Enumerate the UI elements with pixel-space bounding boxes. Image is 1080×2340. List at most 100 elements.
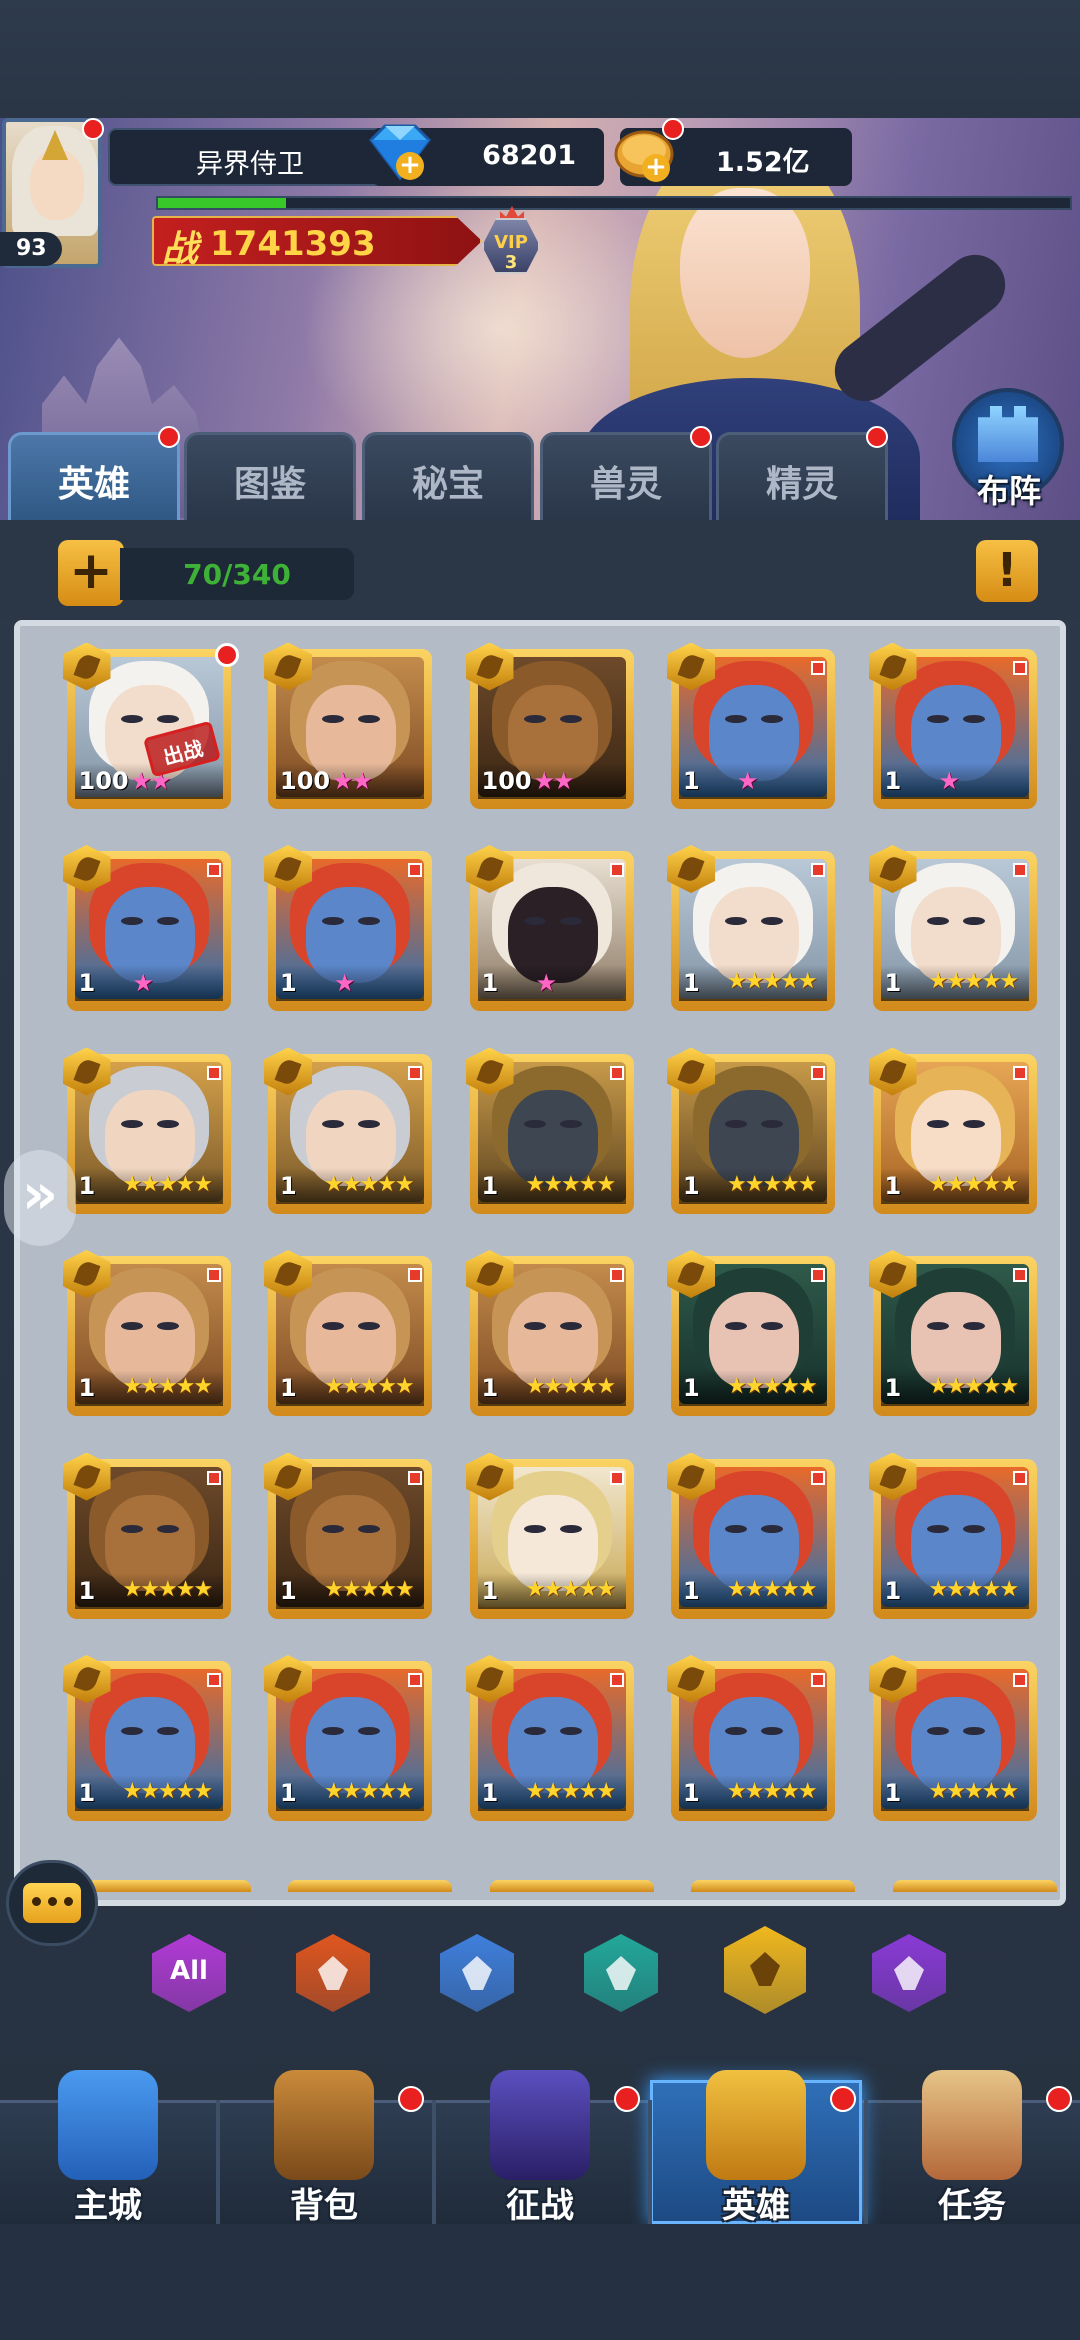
dark-faction-icon[interactable] [872,1934,946,2012]
avatar-notification-dot [82,118,104,140]
nav-label: 征战 [506,2186,574,2226]
fire-faction-icon[interactable] [296,1934,370,2012]
tab-0[interactable]: 英雄 [8,432,180,520]
hero-card[interactable]: 1 ★★★★★ [868,845,1037,1011]
hero-card-partial[interactable] [288,1880,452,1892]
side-expand-button[interactable]: » [4,1150,76,1246]
hero-card[interactable]: 1 ★★★★★ [667,1452,835,1619]
tab-3[interactable]: 兽灵 [540,432,712,520]
frame-marker [811,1673,825,1687]
leaf-faction-icon[interactable] [724,1926,806,2014]
hero-stars: ★★★★★ [324,1779,415,1804]
frame-marker [206,1470,221,1485]
nav-notification-dot [398,2086,424,2112]
all-icon[interactable]: All [152,1934,226,2012]
nav-label: 背包 [290,2186,358,2226]
hero-card[interactable]: 1 ★★★★★ [868,1047,1037,1214]
hero-card-partial[interactable] [892,1880,1057,1892]
chat-button[interactable] [6,1860,98,1946]
hero-stars: ★★★★★ [928,1779,1020,1804]
hero-card[interactable]: 1 ★★★★★ [264,1452,432,1619]
power-value: 1741393 [210,224,376,264]
hero-card-partial[interactable] [86,1880,251,1892]
hero-card[interactable]: 1 ★★★★★ [868,1250,1037,1416]
frame-marker [408,1065,422,1080]
hero-card-partial[interactable] [691,1880,855,1892]
hero-card[interactable]: 1 ★ [62,845,231,1011]
hero-card[interactable]: 1 ★ [667,642,835,809]
hero-level: 1 [884,1171,902,1200]
hero-card[interactable]: 1 ★★★★★ [465,1250,634,1416]
hero-card[interactable]: 100 ★★ [264,642,432,809]
hero-level: 1 [481,1576,499,1605]
hero-stars: ★★★★★ [727,1171,818,1197]
hero-card[interactable]: 1 ★ [264,845,432,1011]
hero-stars: ★★★★★ [727,1374,818,1399]
hero-card[interactable]: 1 ★★★★★ [868,1452,1037,1619]
hero-card[interactable]: 1 ★★★★★ [667,1655,835,1821]
nav-hero-helmet[interactable]: 英雄 [666,2060,846,2230]
system-bar [0,2224,1080,2340]
formation-button[interactable]: 布阵 [946,384,1072,514]
hero-count: 70/340 [120,548,354,600]
nav-chest[interactable]: 背包 [234,2060,414,2230]
hero-level: 1 [884,766,902,795]
frame-marker [1012,660,1027,675]
hero-level: 100 [280,766,331,795]
power-label: 战 [162,229,199,270]
hero-card[interactable]: 1 ★★★★★ [667,1047,835,1214]
hero-card[interactable]: 1 ★★★★★ [465,1452,634,1619]
nav-castle[interactable]: 主城 [18,2060,198,2230]
hero-card[interactable]: 1 ★★★★★ [264,1250,432,1416]
frame-marker [408,1470,422,1485]
experience-bar [156,196,1072,210]
info-button[interactable]: ! [976,540,1038,602]
hero-card[interactable]: 1 ★★★★★ [465,1655,634,1821]
frame-marker [1012,1065,1027,1080]
hero-card[interactable]: 1 ★★★★★ [465,1047,634,1214]
tab-4[interactable]: 精灵 [716,432,888,520]
hero-level: 1 [78,1779,96,1807]
chat-bubble-icon [23,1883,81,1923]
hero-stars: ★★★★★ [928,1576,1020,1602]
nav-scroll[interactable]: 任务 [882,2060,1062,2230]
frame-marker [609,1268,624,1282]
hero-card[interactable]: 1 ★★★★★ [868,1655,1037,1821]
add-gold-button[interactable]: + [642,154,670,182]
tab-notification-dot [690,426,712,448]
hero-stars: ★★★★★ [525,1576,617,1602]
hero-level: 1 [280,969,297,997]
nav-dragon-portal[interactable]: 征战 [450,2060,630,2230]
hero-card[interactable]: 1 ★★★★★ [62,1250,231,1416]
hero-card[interactable]: 1 ★★★★★ [62,1047,231,1214]
hero-card[interactable]: 1 ★★★★★ [62,1452,231,1619]
hero-level: 1 [683,766,700,795]
skull-faction-icon[interactable] [584,1934,658,2012]
frame-marker [609,1065,624,1080]
combat-power: 战 1741393 [152,216,482,266]
hero-card[interactable]: 100 ★★ 出战 [62,642,239,809]
expand-capacity-button[interactable]: + [58,540,124,606]
castle-icon [58,2070,158,2180]
tab-label: 英雄 [57,464,130,505]
frame-marker [206,863,221,877]
hero-card[interactable]: 1 ★★★★★ [264,1047,432,1214]
add-diamond-button[interactable]: + [396,152,424,180]
hero-card[interactable]: 1 ★★★★★ [62,1655,231,1821]
hero-stars: ★★★★★ [324,1171,415,1197]
hero-stars: ★★ [332,766,373,795]
hero-card[interactable]: 100 ★★ [465,642,634,809]
hero-stars: ★★★★★ [122,1779,214,1804]
cross-faction-icon[interactable] [440,1934,514,2012]
hero-card[interactable]: 1 ★★★★★ [264,1655,432,1821]
tab-1[interactable]: 图鉴 [184,432,356,520]
hero-card[interactable]: 1 ★ [465,845,634,1011]
tab-2[interactable]: 秘宝 [362,432,534,520]
hero-level: 1 [884,1374,902,1402]
hero-card-partial[interactable] [489,1880,654,1892]
hero-card[interactable]: 1 ★★★★★ [667,1250,835,1416]
vip-badge[interactable]: VIP 3 [478,206,544,282]
hero-card[interactable]: 1 ★ [868,642,1037,809]
nav-label: 英雄 [722,2186,790,2226]
hero-card[interactable]: 1 ★★★★★ [667,845,835,1011]
